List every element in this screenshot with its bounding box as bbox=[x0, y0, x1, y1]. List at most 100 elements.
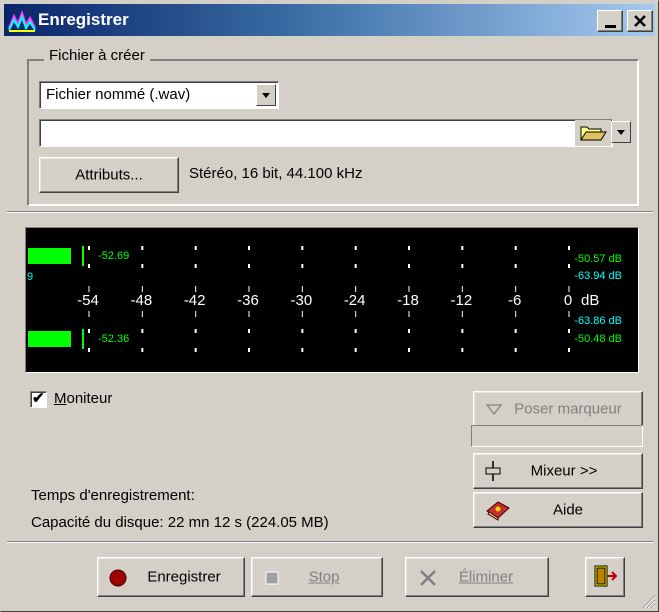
tick-dot bbox=[514, 329, 517, 333]
top-channel-bar bbox=[28, 248, 71, 264]
tick-dot bbox=[408, 264, 410, 268]
minimize-icon bbox=[605, 25, 616, 28]
tick-dot bbox=[514, 348, 517, 352]
tick-dot bbox=[568, 264, 570, 268]
tick-dot bbox=[248, 348, 250, 352]
stop-label: Stop bbox=[308, 568, 340, 586]
tick-dots-bottom bbox=[88, 329, 570, 352]
divider bbox=[7, 211, 653, 213]
tick-dot bbox=[461, 348, 464, 352]
help-label: Aide bbox=[552, 501, 584, 519]
delete-button[interactable]: Éliminer bbox=[405, 557, 549, 597]
chevron-down-icon bbox=[617, 130, 625, 135]
scale-tick-label: -24 bbox=[344, 292, 366, 309]
bottom-channel-bar bbox=[28, 331, 71, 347]
scale-tick-label: 0 bbox=[564, 292, 572, 309]
audio-format-text: Stéréo, 16 bit, 44.100 kHz bbox=[189, 165, 363, 182]
window-title: Enregistrer bbox=[38, 10, 129, 29]
scale-tick-label: -30 bbox=[290, 292, 312, 309]
tick-dot bbox=[461, 264, 464, 268]
right-readout-2: -63.94 dB bbox=[574, 270, 622, 282]
monitor-label-first: M bbox=[54, 390, 67, 407]
monitor-label-rest: oniteur bbox=[66, 390, 113, 407]
mixer-label: Mixeur >> bbox=[530, 462, 598, 480]
title-bar[interactable]: Enregistrer bbox=[4, 4, 655, 36]
record-dialog: Enregistrer Fichier à créer Fichier nomm… bbox=[0, 0, 659, 612]
bottom-channel-value: -52.36 bbox=[98, 333, 129, 345]
tick-dot bbox=[141, 348, 144, 352]
tick-dot bbox=[141, 246, 144, 250]
scale-tick-label: -12 bbox=[450, 292, 472, 309]
scale-unit: dB bbox=[581, 292, 599, 309]
tick-dot bbox=[354, 329, 357, 333]
tick-dot bbox=[408, 348, 410, 352]
scale-tick-label: -36 bbox=[237, 292, 259, 309]
left-edge-label: 9 bbox=[27, 271, 33, 283]
scale-tick-label: -18 bbox=[397, 292, 419, 309]
level-meter: -52.69 -52.36 9 -54 -48 -42 -36 -30 -24 -18 -12… bbox=[25, 227, 639, 373]
tick-dot bbox=[301, 246, 304, 250]
right-readout-3: -63.86 dB bbox=[574, 315, 622, 327]
set-marker-button[interactable]: Poser marqueur bbox=[473, 391, 643, 427]
right-readout-1: -50.57 dB bbox=[574, 253, 622, 265]
file-type-select[interactable]: Fichier nommé (.wav) bbox=[39, 81, 279, 109]
set-marker-label: Poser marqueur bbox=[514, 400, 622, 418]
disk-capacity-text: Capacité du disque: 22 mn 12 s (224.05 M… bbox=[31, 514, 329, 531]
file-type-dropdown-button[interactable] bbox=[256, 84, 276, 106]
stop-button[interactable]: Stop bbox=[251, 557, 383, 597]
close-button[interactable] bbox=[627, 10, 653, 32]
path-dropdown-button[interactable] bbox=[611, 121, 631, 143]
tick-dot bbox=[194, 264, 197, 268]
tick-dot bbox=[354, 246, 357, 250]
tick-dot bbox=[354, 264, 357, 268]
tick-dot bbox=[88, 348, 90, 352]
file-path-input[interactable] bbox=[39, 119, 613, 147]
monitor-label: Moniteur bbox=[54, 390, 112, 407]
right-readout-4: -50.48 dB bbox=[574, 333, 622, 345]
marker-field bbox=[471, 425, 643, 447]
close-icon bbox=[634, 15, 646, 27]
tick-dot bbox=[194, 348, 197, 352]
divider bbox=[7, 541, 653, 543]
level-meter-canvas: -52.69 -52.36 9 -54 -48 -42 -36 -30 -24 -18 -12… bbox=[27, 246, 622, 352]
tick-dot bbox=[248, 264, 250, 268]
tick-dot bbox=[514, 264, 517, 268]
scale-tick-label: -54 bbox=[77, 292, 99, 309]
tick-dot bbox=[248, 329, 250, 333]
tick-dot bbox=[568, 329, 570, 333]
mixer-button[interactable]: Mixeur >> bbox=[473, 453, 643, 489]
tick-dot bbox=[248, 246, 250, 250]
checkmark-icon: ✔ bbox=[32, 390, 45, 407]
tick-dot bbox=[194, 329, 197, 333]
minimize-button[interactable] bbox=[597, 10, 623, 32]
tick-dot bbox=[141, 264, 144, 268]
tick-dots-top bbox=[88, 246, 570, 268]
exit-button[interactable] bbox=[585, 557, 625, 597]
tick-dot bbox=[568, 246, 570, 250]
folder-open-icon bbox=[580, 126, 607, 141]
tick-dot bbox=[354, 348, 357, 352]
browse-folder-button[interactable] bbox=[575, 120, 611, 146]
tick-dot bbox=[141, 329, 144, 333]
db-scale: -54 -48 -42 -36 -30 -24 -18 -12 -6 0 bbox=[77, 286, 572, 317]
tick-dot bbox=[88, 264, 90, 268]
tick-dot bbox=[514, 246, 517, 250]
record-button[interactable]: Enregistrer bbox=[97, 557, 245, 597]
file-type-value: Fichier nommé (.wav) bbox=[46, 86, 191, 103]
attributes-button[interactable]: Attributs... bbox=[39, 157, 179, 193]
monitor-checkbox[interactable]: ✔ bbox=[30, 390, 47, 408]
tick-dot bbox=[461, 329, 464, 333]
tick-dot bbox=[408, 246, 410, 250]
scale-tick-label: -6 bbox=[508, 292, 521, 309]
tick-dot bbox=[568, 348, 570, 352]
tick-dot bbox=[301, 329, 304, 333]
attributes-button-label: Attributs... bbox=[75, 166, 143, 184]
help-button[interactable]: Aide bbox=[473, 492, 643, 528]
scale-tick-label: -42 bbox=[184, 292, 206, 309]
tick-dot bbox=[461, 246, 464, 250]
file-group-legend: Fichier à créer bbox=[44, 47, 150, 64]
top-channel-value: -52.69 bbox=[98, 250, 129, 262]
recording-time-text: Temps d'enregistrement: bbox=[31, 487, 195, 504]
resize-grip-icon[interactable] bbox=[642, 595, 656, 609]
tick-dot bbox=[408, 329, 410, 333]
